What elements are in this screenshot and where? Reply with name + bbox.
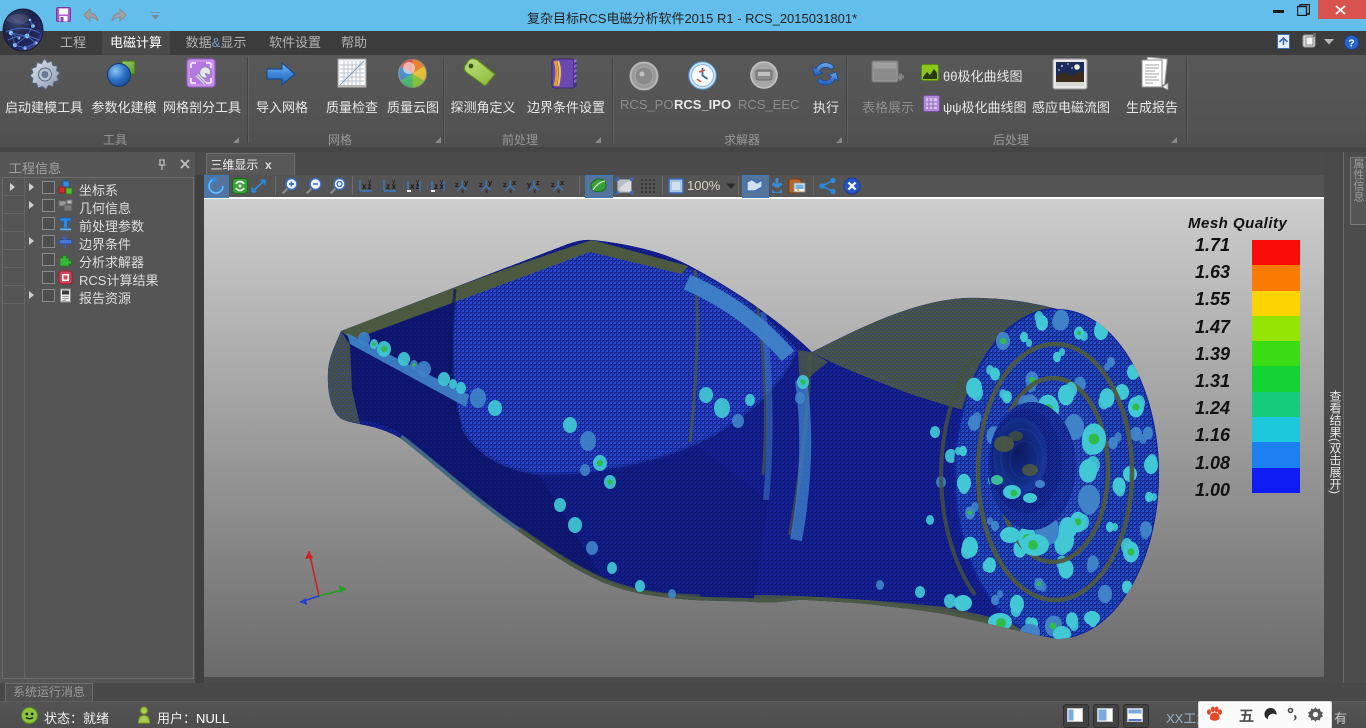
svg-text:y: y: [440, 180, 443, 186]
svg-text:y: y: [368, 180, 371, 186]
svg-text:x: x: [461, 189, 464, 194]
svg-text:x: x: [560, 178, 565, 187]
svg-text:x: x: [512, 178, 517, 187]
svg-text:z: z: [503, 180, 507, 189]
svg-text:y: y: [464, 178, 469, 187]
svg-text:x: x: [557, 189, 560, 194]
svg-text:x: x: [410, 182, 415, 191]
svg-text:z: z: [479, 180, 483, 189]
svg-text:?: ?: [1348, 37, 1354, 49]
svg-text:z: z: [386, 182, 390, 191]
svg-text:x: x: [362, 182, 367, 191]
svg-text:x: x: [533, 189, 536, 194]
svg-text:y: y: [416, 180, 419, 186]
svg-text:x: x: [509, 189, 512, 194]
svg-text:y: y: [527, 180, 532, 189]
svg-text:z: z: [551, 180, 555, 189]
svg-text:z: z: [536, 178, 540, 187]
svg-text:y: y: [392, 180, 395, 186]
svg-text:z: z: [455, 180, 459, 189]
svg-text:z: z: [434, 182, 438, 191]
svg-text:y: y: [488, 178, 493, 187]
svg-text:x: x: [485, 189, 488, 194]
